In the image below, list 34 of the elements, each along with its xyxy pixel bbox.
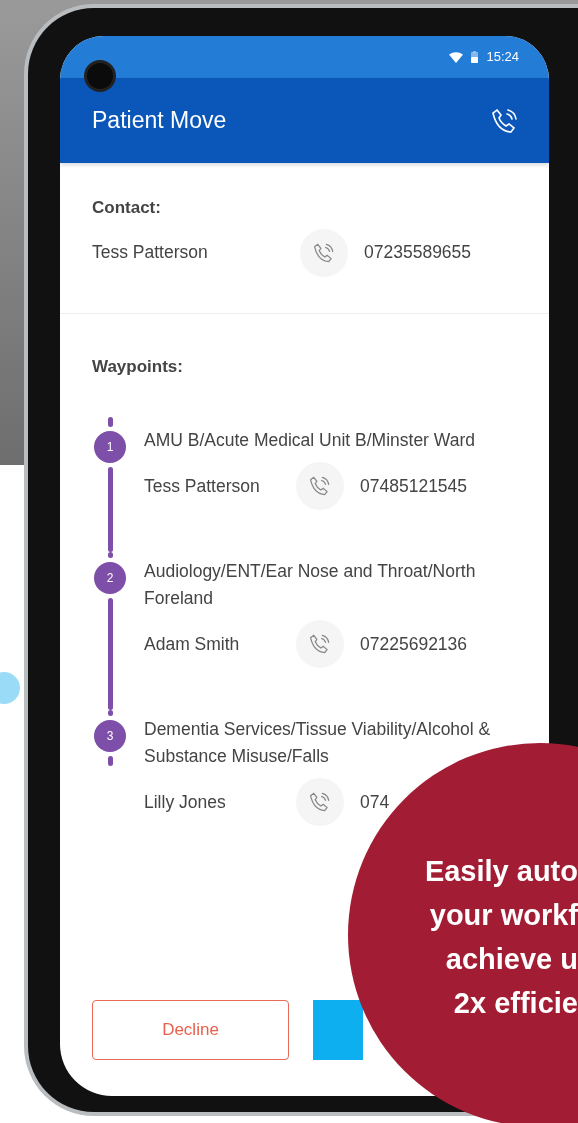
phone-call-icon[interactable] — [491, 106, 519, 135]
phone-number: 074 — [360, 790, 390, 814]
section-heading: Contact: — [92, 197, 162, 219]
promo-text: your workf — [428, 898, 578, 933]
call-button[interactable] — [300, 228, 348, 277]
contact-name: Adam Smith — [144, 632, 241, 656]
phone-number: 07485121545 — [360, 474, 468, 498]
promo-text: Easily auto — [423, 854, 578, 889]
decline-button[interactable]: Decline — [92, 1000, 289, 1060]
waypoint-location: Dementia Services/Tissue Viability/Alcohol & Substance Misuse/Falls — [144, 718, 492, 768]
promo-text: 2x efficie — [452, 986, 578, 1021]
step-number: 3 — [94, 720, 126, 752]
status-time: 15:24 — [486, 48, 519, 67]
call-button[interactable] — [296, 462, 344, 510]
contact-name: Lilly Jones — [144, 790, 227, 814]
section-heading: Waypoints: — [92, 355, 184, 378]
waypoint-location: Audiology/ENT/Ear Nose and Throat/North Foreland — [144, 560, 477, 610]
phone-icon — [309, 475, 331, 497]
step-number: 1 — [94, 431, 126, 463]
contact-name: Tess Patterson — [92, 241, 209, 265]
step-number: 2 — [94, 562, 126, 594]
battery-icon — [471, 51, 479, 63]
phone-icon — [309, 633, 331, 655]
app-title: Patient Move — [92, 106, 227, 136]
promo-text: achieve u — [444, 942, 578, 977]
waypoint-location: AMU B/Acute Medical Unit B/Minster Ward — [144, 429, 476, 452]
wifi-icon — [449, 51, 464, 63]
phone-number: 07225692136 — [360, 632, 468, 656]
contact-name: Tess Patterson — [144, 474, 261, 498]
call-button[interactable] — [296, 620, 344, 668]
phone-icon — [309, 791, 331, 813]
phone-number: 07235589655 — [364, 241, 472, 265]
call-button[interactable] — [296, 778, 344, 826]
phone-icon — [313, 241, 335, 264]
